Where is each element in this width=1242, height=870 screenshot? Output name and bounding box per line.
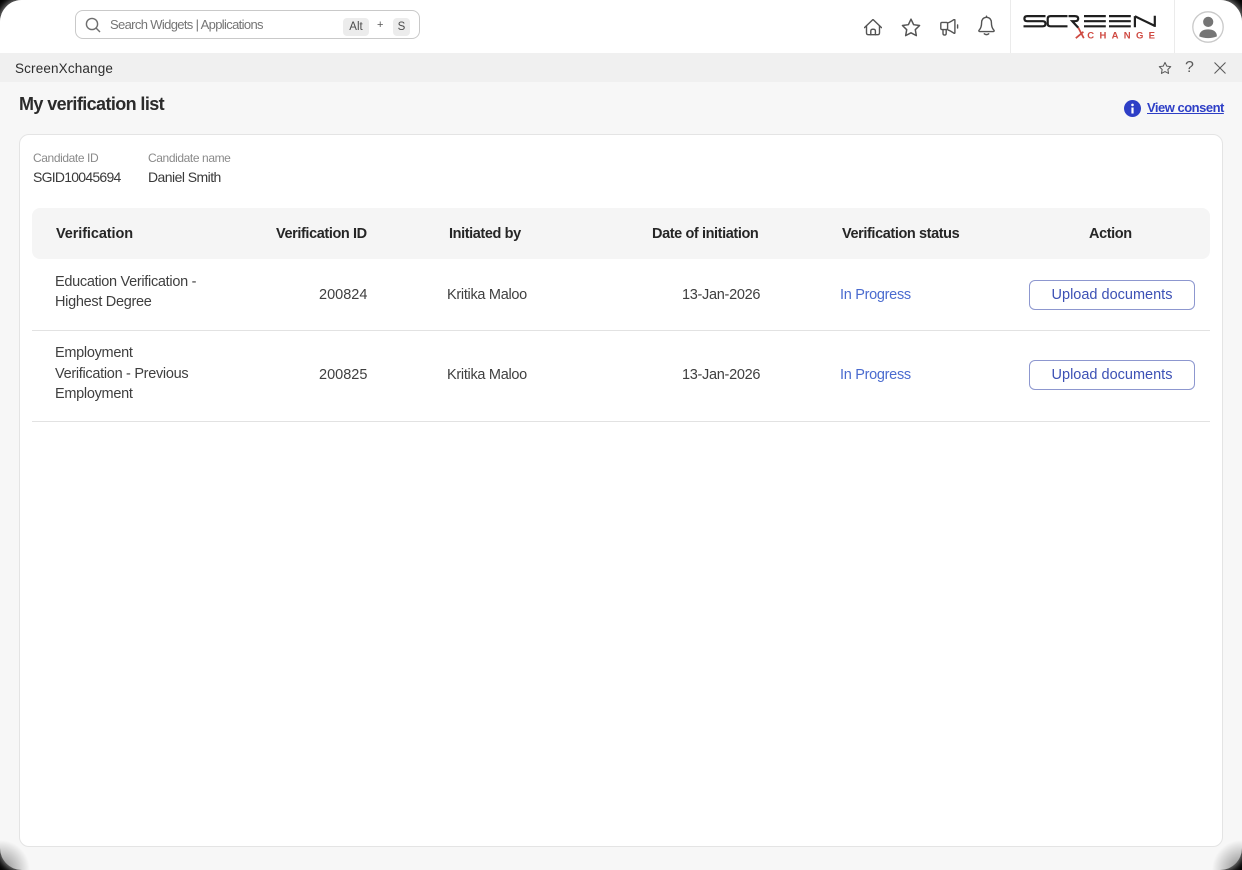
svg-text:CHANGE: CHANGE (1087, 30, 1158, 41)
